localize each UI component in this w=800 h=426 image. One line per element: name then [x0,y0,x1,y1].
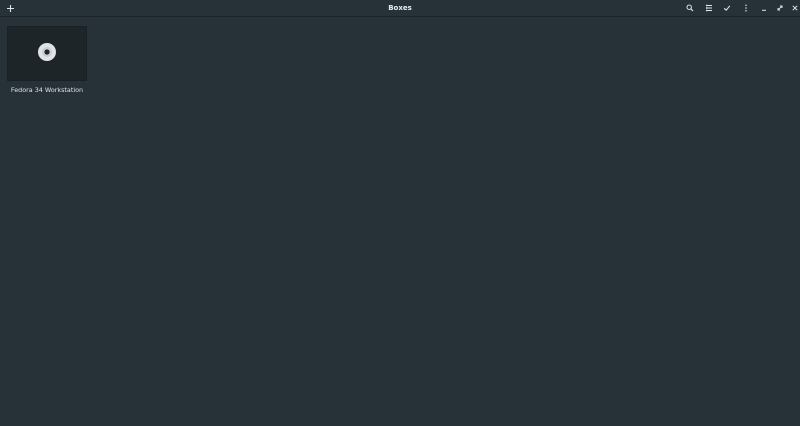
header-bar: Boxes [0,0,800,17]
select-check-icon [723,4,731,12]
selection-mode-button[interactable] [719,0,735,16]
vm-thumbnail[interactable] [7,26,87,81]
main-menu-button[interactable] [738,0,754,16]
minimize-button[interactable] [756,0,772,16]
boxes-collection: Fedora 34 Workstation [0,17,800,426]
maximize-button[interactable] [772,0,788,16]
vm-name: Fedora 34 Workstation [10,86,84,94]
boxes-window: Boxes Fedora 34 Workstation [0,0,800,426]
view-toggle-button[interactable] [701,0,717,16]
minimize-icon [760,4,768,12]
disc-icon [37,42,57,66]
menu-kebab-icon [742,4,750,12]
search-button[interactable] [682,0,698,16]
search-icon [686,4,694,12]
vm-item-fedora[interactable]: Fedora 34 Workstation [7,26,87,94]
window-title: Boxes [388,4,412,12]
close-icon [791,4,799,12]
close-button[interactable] [787,0,800,16]
maximize-icon [776,4,784,12]
list-view-icon [705,4,713,12]
